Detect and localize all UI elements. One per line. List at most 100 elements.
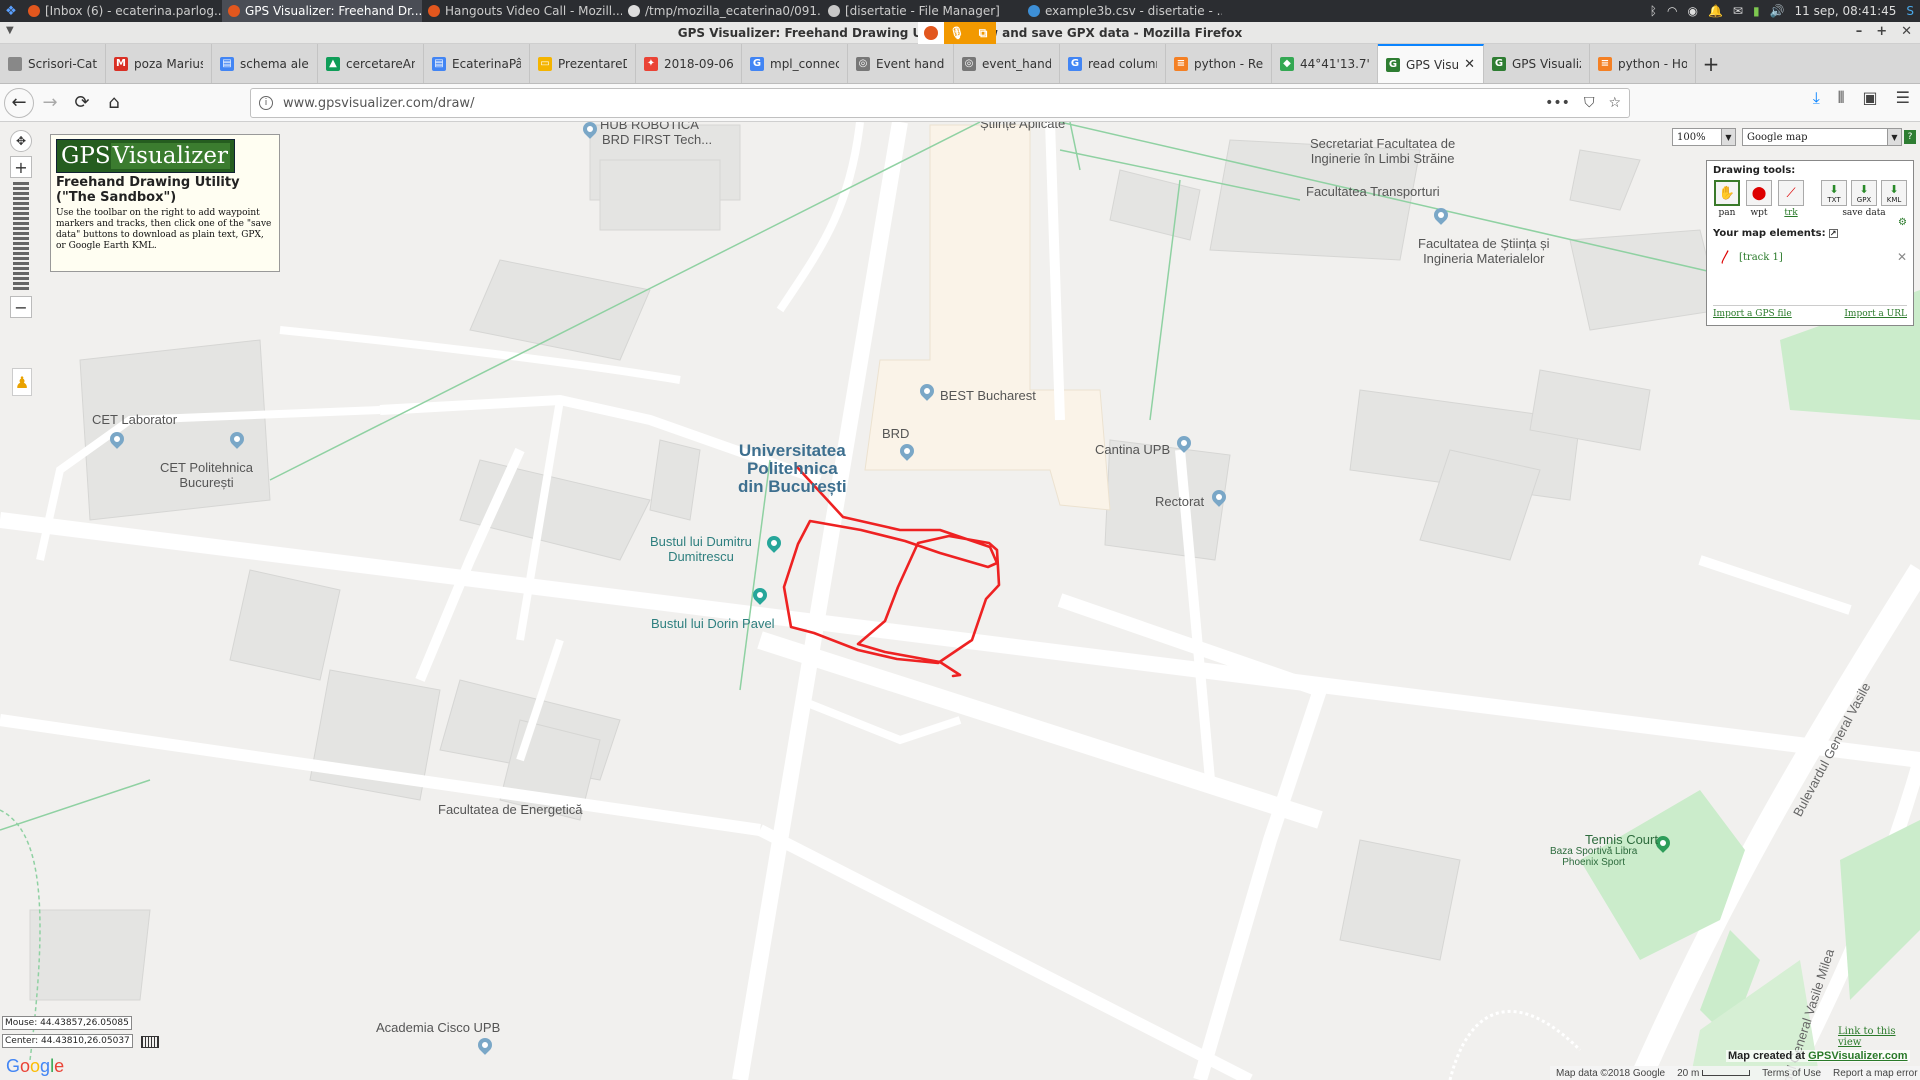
track-name[interactable]: [track 1] [1739, 252, 1783, 263]
street-view-pegman-icon[interactable]: ♟ [12, 368, 32, 396]
tab-label: Event handlin [876, 56, 945, 71]
map-canvas[interactable]: HUB ROBOTICA BRD FIRST Tech... Științe A… [0, 122, 1920, 1080]
volume-icon[interactable]: 🔊 [1770, 4, 1785, 18]
url-text[interactable]: www.gpsvisualizer.com/draw/ [283, 96, 474, 111]
browser-tab[interactable]: ▲ cercetareAn [318, 44, 424, 83]
save-gpx-button[interactable]: ⬇ GPX [1851, 180, 1877, 206]
notification-icon[interactable]: 🔔 [1708, 4, 1723, 18]
minimize-button[interactable]: – [1856, 24, 1863, 39]
library-icon[interactable]: ⫴ [1838, 88, 1845, 108]
url-bar[interactable]: i www.gpsvisualizer.com/draw/ ••• ⛉ ☆ [250, 88, 1630, 118]
panel-description: Use the toolbar on the right to add wayp… [56, 208, 272, 251]
track-list-item[interactable]: 〳 [track 1] ✕ [1713, 247, 1907, 267]
report-error-link[interactable]: Report a map error [1833, 1068, 1917, 1079]
browser-tab[interactable]: ✦ 2018-09-06.p [636, 44, 742, 83]
page-actions-icon[interactable]: ••• [1545, 95, 1570, 111]
terms-link[interactable]: Terms of Use [1762, 1068, 1821, 1079]
bookmark-star-icon[interactable]: ☆ [1608, 95, 1621, 111]
pan-tool-button[interactable]: ✋ pan [1713, 180, 1741, 218]
import-gps-file-link[interactable]: Import a GPS file [1713, 309, 1792, 319]
zoom-slider[interactable] [10, 182, 32, 290]
taskbar-item-label: GPS Visualizer: Freehand Dr... [245, 4, 422, 18]
help-icon[interactable]: ? [1904, 130, 1916, 144]
browser-tab[interactable]: G GPS Visua ✕ [1378, 44, 1484, 83]
tab-label: EcaterinaPâr [452, 56, 521, 71]
taskbar-item[interactable]: /tmp/mozilla_ecaterina0/091... [622, 0, 822, 22]
pocket-icon[interactable]: ⛉ [1584, 95, 1595, 111]
browser-tab[interactable]: G GPS Visualiz [1484, 44, 1590, 83]
ruler-icon[interactable] [141, 1036, 159, 1048]
gpsvisualizer-link[interactable]: GPSVisualizer.com [1808, 1050, 1907, 1062]
taskbar-item-label: Hangouts Video Call - Mozill... [445, 4, 622, 18]
new-tab-button[interactable]: + [1696, 44, 1726, 83]
home-button[interactable]: ⌂ [98, 87, 130, 119]
wifi-icon[interactable]: ◠ [1667, 4, 1677, 18]
delete-track-icon[interactable]: ✕ [1897, 250, 1907, 264]
menu-icon[interactable]: ☰ [1896, 88, 1910, 108]
taskbar-item-label: [disertatie - File Manager] [845, 4, 1000, 18]
skype-icon[interactable]: S [1906, 4, 1914, 18]
zoom-out-button[interactable]: − [10, 296, 32, 318]
map-type-select[interactable]: Google map ▼ [1742, 128, 1902, 146]
browser-tab[interactable]: ▤ EcaterinaPâr [424, 44, 530, 83]
browser-tab[interactable]: Scrisori-Caterine [0, 44, 106, 83]
browser-tab[interactable]: ▭ PrezentareD [530, 44, 636, 83]
browser-tab[interactable]: ▤ schema alert [212, 44, 318, 83]
maximize-button[interactable]: + [1876, 24, 1887, 39]
gpsvisualizer-logo[interactable]: GPSVisualizer [56, 139, 235, 173]
close-tab-icon[interactable]: ✕ [1464, 57, 1475, 72]
browser-tab[interactable]: ◎ event_handlin [954, 44, 1060, 83]
tab-favicon-icon: G [1068, 56, 1082, 71]
taskbar-item[interactable]: GPS Visualizer: Freehand Dr... [222, 0, 422, 22]
pan-control-icon[interactable]: ✥ [10, 130, 32, 152]
sidebar-icon[interactable]: ▣ [1863, 88, 1878, 108]
obs-icon[interactable]: ◉ [1687, 4, 1697, 18]
expand-icon[interactable]: ↗ [1828, 229, 1838, 238]
window-titlebar: ▼ GPS Visualizer: Freehand Drawing Utili… [0, 22, 1920, 44]
zoom-in-button[interactable]: + [10, 156, 32, 178]
firefox-icon[interactable] [918, 22, 944, 44]
waypoint-tool-button[interactable]: ⬤ wpt [1745, 180, 1773, 218]
browser-tab[interactable]: Mpoza Marius [106, 44, 212, 83]
track-tool-button[interactable]: ⟋ trk [1777, 180, 1805, 218]
taskbar-item[interactable]: example3b.csv - disertatie - ... [1022, 0, 1222, 22]
save-kml-button[interactable]: ⬇ KML [1881, 180, 1907, 206]
battery-icon[interactable]: ▮ [1753, 4, 1760, 18]
zoom-select[interactable]: 100% ▼ [1672, 128, 1736, 146]
settings-gear-icon[interactable]: ⚙ [1898, 217, 1907, 228]
panel-subtitle: ("The Sandbox") [56, 190, 177, 205]
forward-button[interactable]: → [34, 87, 66, 119]
browser-tab[interactable]: ≡ python - Read [1166, 44, 1272, 83]
tab-favicon-icon: ≡ [1174, 56, 1188, 71]
reload-button[interactable]: ⟳ [66, 87, 98, 119]
tab-favicon-icon [8, 56, 22, 71]
close-window-button[interactable]: ✕ [1901, 24, 1912, 39]
taskbar-item[interactable]: Hangouts Video Call - Mozill... [422, 0, 622, 22]
clock[interactable]: 11 sep, 08:41:45 [1795, 4, 1897, 18]
save-txt-button[interactable]: ⬇ TXT [1821, 180, 1847, 206]
taskbar-item[interactable]: [disertatie - File Manager] [822, 0, 1022, 22]
taskbar-item[interactable]: [Inbox (6) - ecaterina.parlog... [22, 0, 222, 22]
bluetooth-icon[interactable]: ᛒ [1650, 4, 1657, 18]
mail-icon[interactable]: ✉ [1733, 4, 1743, 18]
link-to-view[interactable]: Link to this view [1838, 1026, 1920, 1048]
microphone-icon[interactable]: 🎙 [944, 22, 970, 44]
browser-tab[interactable]: ◆ 44°41'13.7"N [1272, 44, 1378, 83]
site-info-icon[interactable]: i [259, 96, 273, 110]
import-url-link[interactable]: Import a URL [1844, 309, 1907, 319]
map-base-layer [0, 122, 1920, 1080]
browser-tab[interactable]: Gread column [1060, 44, 1166, 83]
browser-tab[interactable]: ≡ python - How [1590, 44, 1696, 83]
download-arrow-icon: ⬇ [1889, 183, 1899, 196]
screen-share-icon[interactable]: ⧉ [970, 22, 996, 44]
tab-label: python - Read [1194, 56, 1263, 71]
browser-tab[interactable]: ◎ Event handlin [848, 44, 954, 83]
tab-label: read column [1088, 56, 1157, 71]
google-logo[interactable]: Google [6, 1056, 64, 1077]
browser-tab[interactable]: Gmpl_connect [742, 44, 848, 83]
url-actions: ••• ⛉ ☆ [1545, 95, 1621, 111]
start-menu-icon[interactable]: ❖ [0, 0, 22, 22]
downloads-icon[interactable]: ⤓ [1813, 88, 1820, 108]
back-button[interactable]: ← [4, 87, 34, 118]
window-menu-icon[interactable]: ▼ [6, 25, 14, 36]
